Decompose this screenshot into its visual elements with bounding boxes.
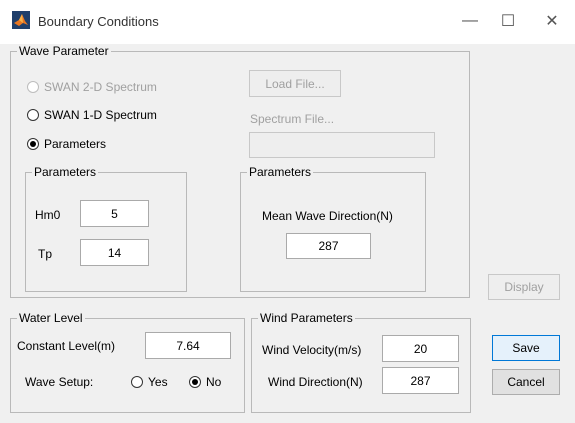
water-level-legend: Water Level	[19, 311, 83, 325]
wave-parameter-legend: Wave Parameter	[19, 44, 109, 58]
wind-parameters-legend: Wind Parameters	[260, 311, 353, 325]
save-button[interactable]: Save	[492, 335, 560, 361]
title-bar: Boundary Conditions — ☐ ✕	[0, 0, 575, 44]
hm0-label: Hm0	[35, 208, 61, 222]
wind-velocity-label: Wind Velocity(m/s)	[262, 343, 362, 357]
tp-label: Tp	[38, 247, 53, 261]
radio-circle-icon	[27, 81, 39, 93]
display-button[interactable]: Display	[488, 274, 560, 300]
dialog-client-area: Wave Parameter SWAN 2-D Spectrum SWAN 1-…	[0, 44, 575, 423]
parameters-box-left: Parameters	[25, 165, 187, 292]
matlab-app-icon	[12, 11, 30, 29]
spectrum-file-label: Spectrum File...	[250, 112, 335, 126]
radio-label: Parameters	[44, 137, 107, 151]
radio-wave-setup-no[interactable]: No	[189, 375, 221, 389]
parameters-box-right: Parameters	[240, 165, 426, 292]
cancel-button[interactable]: Cancel	[492, 369, 560, 395]
window-title: Boundary Conditions	[38, 14, 159, 29]
load-file-button[interactable]: Load File...	[249, 70, 341, 97]
wind-velocity-field[interactable]: 20	[382, 335, 459, 362]
radio-wave-setup-yes[interactable]: Yes	[131, 375, 168, 389]
hm0-field[interactable]: 5	[80, 200, 149, 227]
mean-wave-direction-label: Mean Wave Direction(N)	[262, 209, 393, 223]
radio-label: Yes	[148, 375, 168, 389]
constant-level-label: Constant Level(m)	[17, 339, 116, 353]
water-level-group: Water Level	[10, 311, 245, 413]
parameters-legend: Parameters	[249, 165, 312, 179]
radio-label: SWAN 2-D Spectrum	[44, 80, 157, 94]
radio-label: SWAN 1-D Spectrum	[44, 108, 157, 122]
constant-level-field[interactable]: 7.64	[145, 332, 231, 359]
radio-circle-icon	[27, 109, 39, 121]
maximize-button[interactable]: ☐	[486, 6, 530, 36]
radio-circle-icon	[131, 376, 143, 388]
close-button[interactable]: ✕	[530, 6, 574, 36]
parameters-legend: Parameters	[34, 165, 97, 179]
radio-selected-icon	[189, 376, 201, 388]
radio-label: No	[206, 375, 222, 389]
mean-wave-direction-field[interactable]: 287	[286, 233, 371, 259]
radio-swan-1d-spectrum[interactable]: SWAN 1-D Spectrum	[27, 108, 157, 122]
wind-direction-field[interactable]: 287	[382, 367, 459, 394]
wave-setup-label: Wave Setup:	[25, 375, 94, 389]
wind-direction-label: Wind Direction(N)	[268, 375, 363, 389]
wind-parameters-group: Wind Parameters	[251, 311, 471, 413]
tp-field[interactable]: 14	[80, 239, 149, 266]
spectrum-file-field[interactable]	[249, 132, 435, 158]
radio-selected-icon	[27, 138, 39, 150]
radio-swan-2d-spectrum[interactable]: SWAN 2-D Spectrum	[27, 80, 157, 94]
radio-parameters[interactable]: Parameters	[27, 137, 106, 151]
